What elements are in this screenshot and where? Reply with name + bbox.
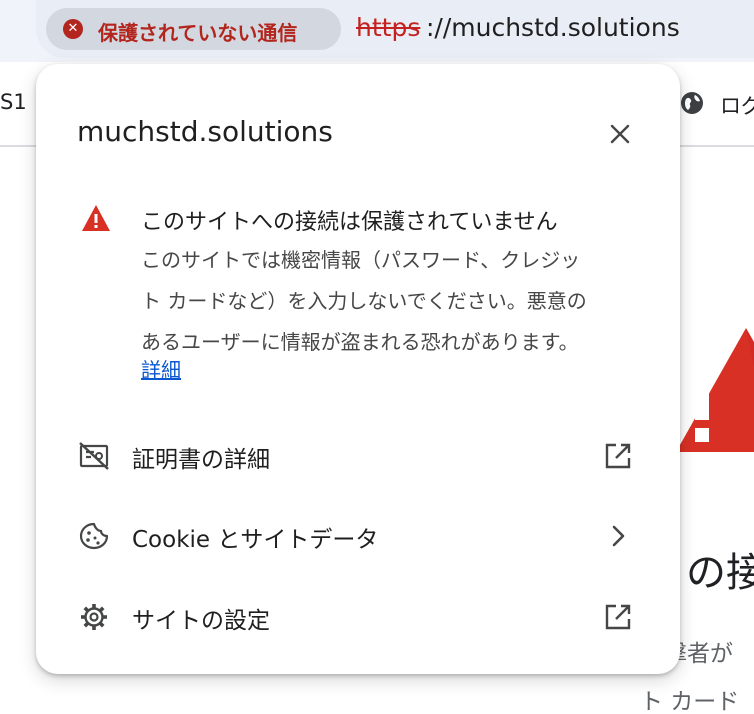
close-button[interactable] xyxy=(602,116,638,152)
details-link[interactable]: 詳細 xyxy=(141,354,181,383)
security-chip-label: 保護されていない通信 xyxy=(98,21,298,45)
page-info-popup: muchstd.solutions このサイトへの接続は保護されていません この… xyxy=(36,64,680,674)
certificate-icon xyxy=(79,442,109,470)
cookies-and-site-data-label: Cookie とサイトデータ xyxy=(132,527,379,553)
browser-window: ✕ 保護されていない通信 https ://muchstd.solutions … xyxy=(0,0,754,714)
site-settings-label: サイトの設定 xyxy=(132,608,270,634)
gear-icon xyxy=(81,604,107,630)
popup-title: muchstd.solutions xyxy=(77,115,333,148)
page-text-fragment: ト カード xyxy=(640,689,740,714)
warning-description-line: あるユーザーに情報が盗まれる恐れがあります。 xyxy=(141,330,579,354)
warning-icon xyxy=(82,205,110,231)
chevron-right-icon xyxy=(612,525,625,547)
warning-heading: このサイトへの接続は保護されていません xyxy=(141,210,558,235)
cookie-icon xyxy=(79,522,109,550)
large-warning-icon xyxy=(676,328,754,452)
not-secure-icon: ✕ xyxy=(63,19,83,39)
url-scheme: https xyxy=(356,13,421,42)
certificate-details-row[interactable]: 証明書の詳細 xyxy=(36,420,680,490)
page-nav-fragment: S1 xyxy=(0,90,27,114)
external-link-icon xyxy=(605,443,631,469)
warning-description: このサイトでは機密情報（パスワード、クレジッ ト カードなど）を入力しないでくだ… xyxy=(141,240,641,363)
certificate-details-label: 証明書の詳細 xyxy=(132,447,270,473)
external-link-icon xyxy=(605,604,631,630)
cookies-and-site-data-row[interactable]: Cookie とサイトデータ xyxy=(36,500,680,570)
security-indicator-chip[interactable]: ✕ 保護されていない通信 xyxy=(46,8,341,50)
warning-description-line: このサイトでは機密情報（パスワード、クレジッ xyxy=(141,248,581,272)
site-settings-row[interactable]: サイトの設定 xyxy=(36,581,680,651)
page-heading-fragment: の接 xyxy=(686,550,754,596)
close-icon xyxy=(610,124,630,144)
page-login-fragment: ログ xyxy=(720,94,754,118)
warning-description-line: ト カードなど）を入力しないでください。悪意の xyxy=(141,289,587,313)
globe-icon xyxy=(681,92,703,114)
url-host: ://muchstd.solutions xyxy=(426,13,680,42)
